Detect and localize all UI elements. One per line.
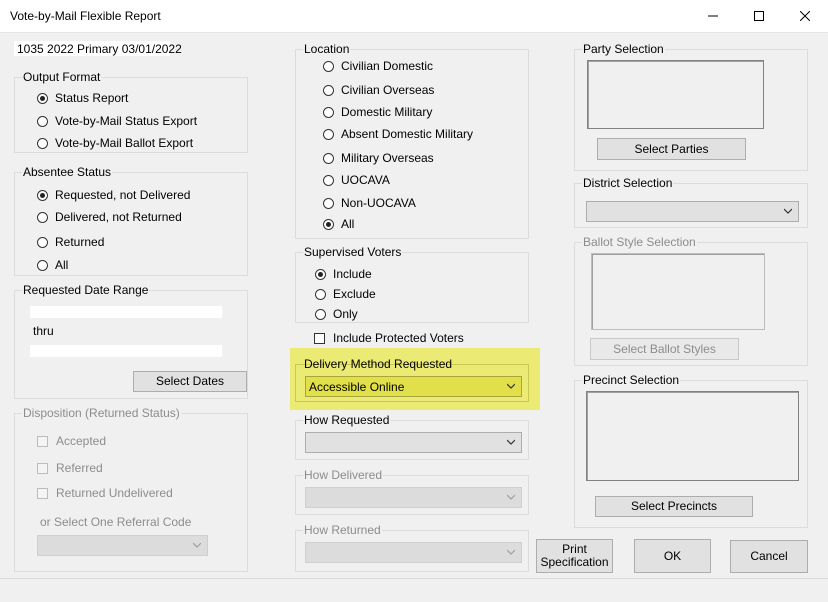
how-delivered-select[interactable] <box>305 487 522 508</box>
how-requested-select[interactable] <box>305 432 522 453</box>
how-requested-group: How Requested <box>295 413 529 460</box>
radio-military-overseas[interactable]: Military Overseas <box>323 151 434 165</box>
radio-civilian-overseas[interactable]: Civilian Overseas <box>323 83 434 97</box>
radio-requested-not-delivered[interactable]: Requested, not Delivered <box>37 188 190 202</box>
district-selection-group: District Selection <box>574 176 808 228</box>
close-button[interactable] <box>782 0 828 32</box>
referral-label: or Select One Referral Code <box>40 515 192 529</box>
radio-all-status[interactable]: All <box>37 258 68 272</box>
location-group: Location Civilian Domestic Civilian Over… <box>295 42 529 239</box>
select-dates-button[interactable]: Select Dates <box>133 371 247 392</box>
select-precincts-button[interactable]: Select Precincts <box>595 496 753 517</box>
absentee-status-group: Absentee Status Requested, not Delivered… <box>14 165 248 276</box>
title-bar: Vote-by-Mail Flexible Report <box>0 0 828 33</box>
precinct-listbox[interactable] <box>586 391 799 481</box>
chevron-down-icon <box>784 208 792 214</box>
output-format-label: Output Format <box>22 70 102 84</box>
radio-include[interactable]: Include <box>315 267 372 281</box>
district-select[interactable] <box>586 201 799 222</box>
how-delivered-label: How Delivered <box>303 468 384 482</box>
ok-button[interactable]: OK <box>634 539 711 573</box>
date-range-group: Requested Date Range thru Select Dates <box>14 283 248 399</box>
include-protected-voters-checkbox[interactable]: Include Protected Voters <box>314 331 464 345</box>
radio-exclude[interactable]: Exclude <box>315 287 376 301</box>
check-referred[interactable]: Referred <box>37 461 103 475</box>
chevron-down-icon <box>507 439 515 445</box>
select-parties-button[interactable]: Select Parties <box>597 138 746 160</box>
precinct-selection-label: Precinct Selection <box>582 373 681 387</box>
to-date-field[interactable] <box>30 345 222 357</box>
radio-absent-domestic-military[interactable]: Absent Domestic Military <box>323 127 473 141</box>
party-listbox[interactable] <box>587 60 764 129</box>
how-returned-label: How Returned <box>303 523 382 537</box>
chevron-down-icon <box>507 549 515 555</box>
print-specification-button[interactable]: Print Specification <box>536 539 613 573</box>
disposition-label: Disposition (Returned Status) <box>22 406 181 420</box>
chevron-down-icon <box>507 494 515 500</box>
maximize-icon <box>754 11 764 21</box>
radio-uocava[interactable]: UOCAVA <box>323 173 390 187</box>
supervised-voters-group: Supervised Voters Include Exclude Only <box>295 245 529 323</box>
absentee-status-label: Absentee Status <box>22 165 113 179</box>
chevron-down-icon <box>507 383 515 389</box>
delivery-method-group: Delivery Method Requested Accessible Onl… <box>295 357 529 402</box>
election-label: 1035 2022 Primary 03/01/2022 <box>14 41 182 56</box>
minimize-button[interactable] <box>690 0 736 32</box>
radio-status-report[interactable]: Status Report <box>37 91 128 105</box>
radio-status-export[interactable]: Vote-by-Mail Status Export <box>37 114 197 128</box>
radio-only[interactable]: Only <box>315 307 358 321</box>
maximize-button[interactable] <box>736 0 782 32</box>
thru-label: thru <box>33 324 54 338</box>
from-date-field[interactable] <box>30 306 222 318</box>
window-title: Vote-by-Mail Flexible Report <box>10 9 161 23</box>
check-returned-undelivered[interactable]: Returned Undelivered <box>37 486 173 500</box>
how-delivered-group: How Delivered <box>295 468 529 515</box>
how-returned-group: How Returned <box>295 523 529 572</box>
district-selection-label: District Selection <box>582 176 674 190</box>
radio-domestic-military[interactable]: Domestic Military <box>323 105 432 119</box>
radio-returned[interactable]: Returned <box>37 235 104 249</box>
precinct-selection-group: Precinct Selection Select Precincts <box>574 373 808 528</box>
cancel-button[interactable]: Cancel <box>730 540 808 573</box>
radio-all-location[interactable]: All <box>323 217 354 231</box>
radio-civilian-domestic[interactable]: Civilian Domestic <box>323 59 433 73</box>
ballot-style-listbox[interactable] <box>591 253 765 330</box>
select-ballot-styles-button[interactable]: Select Ballot Styles <box>590 338 739 360</box>
minimize-icon <box>708 15 718 17</box>
ballot-style-label: Ballot Style Selection <box>582 235 697 249</box>
ballot-style-group: Ballot Style Selection Select Ballot Sty… <box>574 235 808 366</box>
location-label: Location <box>303 42 351 56</box>
how-returned-select[interactable] <box>305 542 522 563</box>
radio-delivered-not-returned[interactable]: Delivered, not Returned <box>37 210 182 224</box>
party-selection-label: Party Selection <box>582 42 665 56</box>
close-icon <box>800 11 810 21</box>
how-requested-label: How Requested <box>303 413 391 427</box>
party-selection-group: Party Selection Select Parties <box>574 42 808 171</box>
output-format-group: Output Format Status Report Vote-by-Mail… <box>14 70 248 153</box>
delivery-method-select[interactable]: Accessible Online <box>305 376 522 397</box>
status-strip <box>0 578 828 602</box>
radio-ballot-export[interactable]: Vote-by-Mail Ballot Export <box>37 136 193 150</box>
disposition-group: Disposition (Returned Status) Accepted R… <box>14 406 248 572</box>
supervised-voters-label: Supervised Voters <box>303 245 403 259</box>
date-range-label: Requested Date Range <box>22 283 150 297</box>
check-accepted[interactable]: Accepted <box>37 434 106 448</box>
delivery-method-label: Delivery Method Requested <box>304 357 453 371</box>
chevron-down-icon <box>193 542 201 548</box>
radio-non-uocava[interactable]: Non-UOCAVA <box>323 196 416 210</box>
referral-code-select[interactable] <box>37 535 208 556</box>
